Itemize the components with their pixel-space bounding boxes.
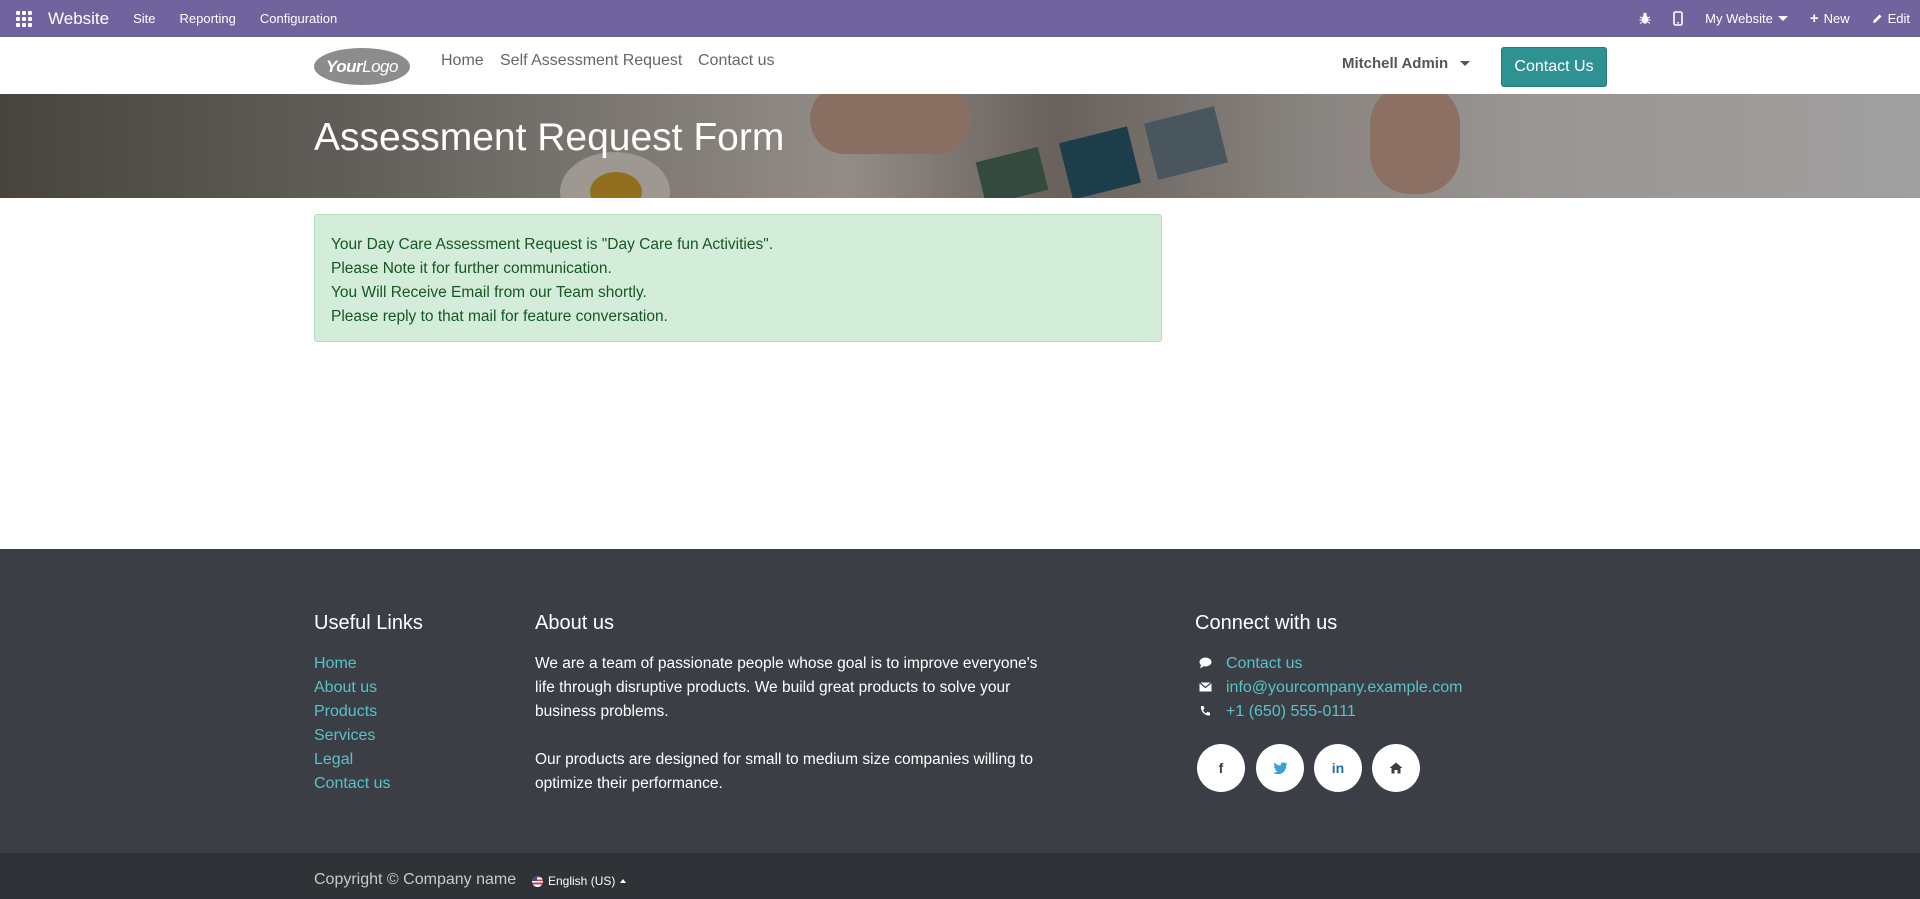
success-alert: Your Day Care Assessment Request is "Day… [314, 214, 1162, 342]
plus-icon: + [1809, 10, 1819, 27]
copyright-bar [0, 853, 1920, 899]
new-button[interactable]: + New [1810, 10, 1850, 27]
menu-site[interactable]: Site [133, 11, 155, 26]
phone-icon [1198, 705, 1212, 720]
chevron-down-icon [1777, 16, 1788, 21]
website-selector[interactable]: My Website [1705, 11, 1788, 26]
contact-row: Contact us [1198, 652, 1463, 676]
nav-home[interactable]: Home [441, 52, 484, 70]
page-title: Assessment Request Form [314, 116, 785, 159]
odoo-top-bar: Website Site Reporting Configuration My … [0, 0, 1920, 37]
user-name: Mitchell Admin [1342, 55, 1449, 72]
pencil-icon [1872, 14, 1882, 23]
useful-links-title: Useful Links [314, 612, 423, 634]
about-line: We are a team of passionate people whose… [535, 655, 1038, 672]
mobile-preview-icon[interactable] [1673, 11, 1683, 26]
apps-menu-icon[interactable] [16, 10, 32, 27]
about-us-paragraph-2: Our products are designed for small to m… [535, 748, 1033, 796]
about-line: business problems. [535, 703, 669, 720]
twitter-icon[interactable] [1256, 744, 1304, 792]
site-logo[interactable]: Your Logo [314, 48, 410, 85]
banner-overlay [0, 94, 1920, 198]
contact-us-button[interactable]: Contact Us [1501, 47, 1607, 87]
useful-links-list: Home About us Products Services Legal Co… [314, 652, 390, 796]
envelope-icon [1198, 681, 1212, 695]
about-line: optimize their performance. [535, 775, 723, 792]
footer-link-home[interactable]: Home [314, 652, 390, 676]
logo-rest-text: Logo [362, 56, 398, 76]
footer-link-products[interactable]: Products [314, 700, 390, 724]
contact-row: +1 (650) 555-0111 [1198, 700, 1463, 724]
nav-self-assessment-request[interactable]: Self Assessment Request [500, 52, 682, 70]
new-label: New [1823, 11, 1850, 26]
website-selector-label: My Website [1705, 11, 1773, 26]
edit-button[interactable]: Edit [1872, 11, 1910, 26]
app-brand[interactable]: Website [48, 9, 109, 29]
debug-bug-icon[interactable] [1639, 12, 1651, 25]
connect-title: Connect with us [1195, 612, 1338, 634]
footer-link-about-us[interactable]: About us [314, 676, 390, 700]
nav-contact-us[interactable]: Contact us [698, 52, 774, 70]
page-banner: Assessment Request Form [0, 94, 1920, 198]
connect-list: Contact us info@yourcompany.example.com … [1198, 652, 1463, 724]
alert-line: You Will Receive Email from our Team sho… [331, 284, 647, 301]
about-us-title: About us [535, 612, 614, 634]
alert-line: Your Day Care Assessment Request is "Day… [331, 236, 774, 253]
edit-label: Edit [1887, 11, 1910, 26]
alert-line: Please Note it for further communication… [331, 260, 612, 277]
chevron-up-icon [620, 879, 627, 883]
about-line: Our products are designed for small to m… [535, 751, 1033, 768]
contact-us-link[interactable]: Contact us [1226, 655, 1302, 673]
contact-row: info@yourcompany.example.com [1198, 676, 1463, 700]
about-us-paragraph-1: We are a team of passionate people whose… [535, 652, 1037, 724]
footer-link-services[interactable]: Services [314, 724, 390, 748]
chevron-down-icon [1460, 61, 1471, 66]
about-line: life through disruptive products. We bui… [535, 679, 1011, 696]
home-icon[interactable] [1372, 744, 1420, 792]
website-header [0, 37, 1920, 95]
comment-icon [1198, 657, 1212, 672]
alert-line: Please reply to that mail for feature co… [331, 308, 668, 325]
menu-reporting[interactable]: Reporting [180, 11, 236, 26]
language-selector[interactable]: English (US) [532, 874, 627, 888]
facebook-icon[interactable]: f [1197, 744, 1245, 792]
menu-configuration[interactable]: Configuration [260, 11, 337, 26]
user-menu[interactable]: Mitchell Admin [1342, 55, 1471, 72]
us-flag-icon [532, 875, 543, 887]
copyright-text: Copyright © Company name [314, 871, 517, 888]
footer-link-legal[interactable]: Legal [314, 748, 390, 772]
footer-link-contact-us[interactable]: Contact us [314, 772, 390, 796]
linkedin-icon[interactable]: in [1314, 744, 1362, 792]
language-label: English (US) [548, 874, 616, 888]
logo-bold-text: Your [326, 56, 363, 76]
email-link[interactable]: info@yourcompany.example.com [1226, 679, 1463, 697]
phone-link[interactable]: +1 (650) 555-0111 [1226, 703, 1356, 721]
